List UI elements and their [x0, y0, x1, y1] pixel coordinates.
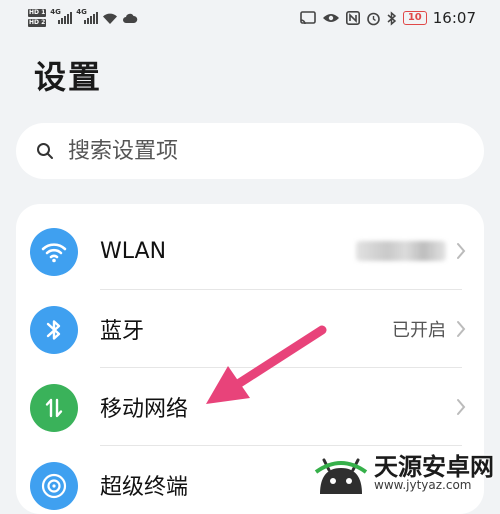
- net1-label: 4G: [50, 8, 61, 16]
- search-icon: [37, 143, 53, 159]
- chevron-right-icon: [457, 321, 466, 337]
- watermark-url: www.jytyaz.com: [374, 478, 472, 492]
- bluetooth-status-value: 已开启: [392, 320, 446, 341]
- android-logo-icon: [314, 458, 368, 494]
- search-bar[interactable]: [16, 123, 484, 179]
- nfc-icon: [345, 11, 360, 25]
- clock: 16:07: [432, 9, 476, 27]
- sim-indicators: HD 1 HD 2: [28, 9, 47, 27]
- settings-item-label: 移动网络: [100, 397, 189, 422]
- sim1-hd-badge: HD 1: [28, 9, 47, 17]
- settings-item-mobile-network[interactable]: 移动网络: [16, 368, 484, 446]
- status-bar: HD 1 HD 2 4G 4G 10 16:07: [0, 0, 500, 36]
- cloud-icon: [123, 13, 138, 23]
- page-title: 设置: [34, 58, 103, 96]
- signal-icon-sim1: 4G: [50, 8, 73, 24]
- status-left: HD 1 HD 2 4G 4G: [28, 4, 138, 32]
- wlan-network-name-redacted: [356, 241, 446, 261]
- super-device-icon: [30, 462, 78, 510]
- watermark-text: 天源安卓网 www.jytyaz.com: [374, 455, 494, 491]
- bluetooth-icon: [30, 306, 78, 354]
- eye-icon: [322, 14, 339, 22]
- chevron-right-icon: [457, 243, 466, 259]
- settings-item-label: 超级终端: [100, 475, 189, 500]
- wifi-status-icon: [103, 13, 118, 24]
- sim2-hd-badge: HD 2: [28, 19, 47, 27]
- battery-indicator: 10: [402, 11, 427, 25]
- net2-label: 4G: [76, 8, 87, 16]
- alarm-icon: [367, 12, 380, 25]
- search-input[interactable]: [66, 137, 450, 165]
- watermark: 天源安卓网 www.jytyaz.com: [314, 450, 494, 496]
- signal-icon-sim2: 4G: [76, 8, 99, 24]
- cast-icon: [300, 11, 316, 25]
- settings-item-bluetooth[interactable]: 蓝牙 已开启: [16, 290, 484, 368]
- watermark-name: 天源安卓网: [374, 453, 494, 481]
- wifi-icon: [30, 228, 78, 276]
- mobile-data-icon: [30, 384, 78, 432]
- settings-item-wlan[interactable]: WLAN: [16, 212, 484, 290]
- settings-item-label: 蓝牙: [100, 319, 145, 344]
- settings-item-label: WLAN: [100, 238, 167, 264]
- status-right: 10 16:07: [300, 6, 476, 30]
- chevron-right-icon: [457, 399, 466, 415]
- bluetooth-status-icon: [387, 10, 396, 26]
